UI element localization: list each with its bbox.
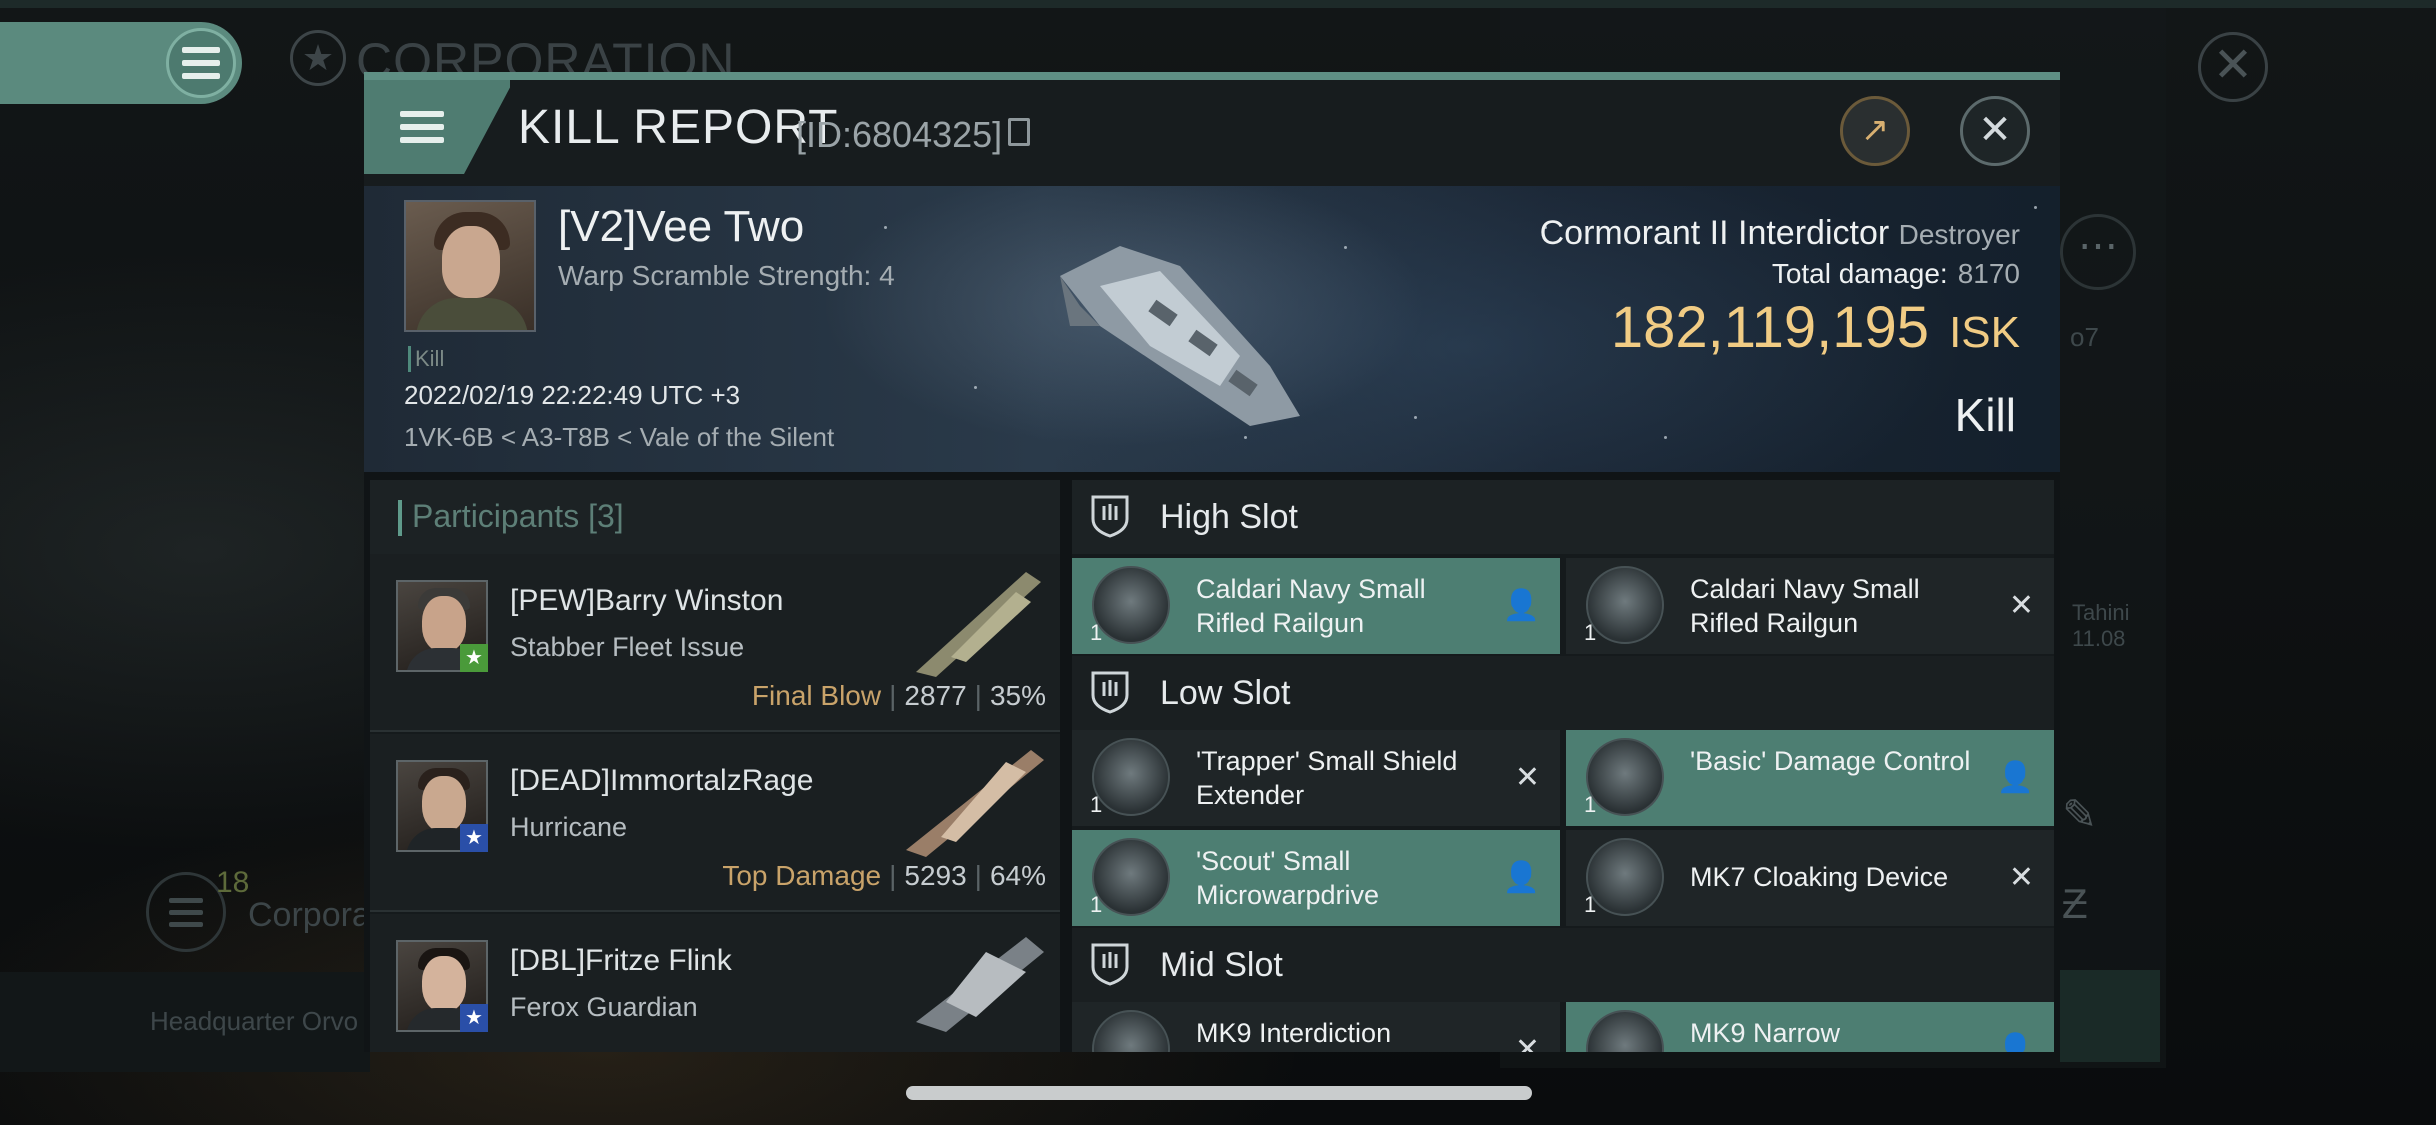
module-name: Caldari Navy Small Rifled Railgun: [1196, 574, 1426, 638]
victim-banner: [V2]Vee Two Warp Scramble Strength: 4 Ki…: [364, 186, 2060, 472]
modal-menu-button[interactable]: [364, 80, 510, 174]
kill-result: Kill: [1954, 389, 2016, 441]
high-slot-header: High Slot: [1072, 480, 2054, 554]
participant-name: [PEW]Barry Winston: [510, 584, 784, 617]
module-item[interactable]: 1 MK9 Narrow 👤: [1566, 1002, 2054, 1052]
background-close-icon[interactable]: ✕: [2198, 32, 2268, 102]
participant-row[interactable]: ★ [DEAD]ImmortalzRage Hurricane Top Dama…: [370, 734, 1060, 912]
background-side-text: o7: [2070, 322, 2099, 352]
hamburger-icon: [400, 111, 444, 143]
fitted-person-icon: 👤: [1502, 589, 1540, 622]
mid-slot-header: Mid Slot: [1072, 928, 2054, 1002]
module-item[interactable]: 1 Caldari Navy Small Rifled Railgun ✕: [1566, 558, 2054, 654]
module-item[interactable]: 1 'Scout' Small Microwarpdrive 👤: [1072, 830, 1560, 926]
participant-stats: Final Blow | 2877 | 35%: [751, 680, 1046, 711]
participant-name: [DEAD]ImmortalzRage: [510, 764, 814, 797]
total-damage: Total damage: 8170: [1771, 258, 2020, 289]
corporation-label: Corpora: [248, 896, 371, 934]
module-name: 'Basic' Damage Control: [1690, 746, 1971, 776]
damage-control-icon: [1586, 738, 1664, 816]
standing-star-icon: ★: [460, 1004, 488, 1032]
fitted-person-icon: 👤: [1502, 861, 1540, 894]
fitted-person-icon: 👤: [1996, 1033, 2034, 1052]
participant-ship: Hurricane: [510, 812, 628, 842]
report-id: [ID:6804325]: [796, 114, 1003, 155]
destroyed-x-icon: ✕: [2008, 861, 2034, 894]
victim-ship-name[interactable]: Cormorant II Interdictor Destroyer: [1540, 214, 2020, 253]
module-item[interactable]: 1 'Basic' Damage Control 👤: [1566, 730, 2054, 826]
shield-extender-icon: [1092, 738, 1170, 816]
settings-icon[interactable]: Ƶ: [2062, 880, 2088, 928]
destroyed-x-icon: ✕: [1514, 761, 1540, 794]
kill-report-modal: KILL REPORT [ID:6804325] ↗ ✕ [V2]Vee Two…: [364, 72, 2060, 1052]
module-name: MK9 Narrow: [1690, 1018, 1841, 1048]
headquarter-bar: Headquarter Orvo: [0, 972, 370, 1072]
standing-star-icon: ★: [460, 644, 488, 672]
destroyed-x-icon: ✕: [2008, 589, 2034, 622]
kill-location[interactable]: 1VK-6B < A3-T8B < Vale of the Silent: [404, 422, 834, 453]
hamburger-icon: [166, 28, 236, 98]
high-slot-icon: [1091, 495, 1129, 538]
fitted-person-icon: 👤: [1996, 761, 2034, 794]
destroyed-x-icon: ✕: [1514, 1033, 1540, 1052]
share-button[interactable]: ↗: [1840, 96, 1910, 166]
interdiction-icon: [1092, 1010, 1170, 1052]
participant-name: [DBL]Fritze Flink: [510, 944, 732, 977]
modal-title: KILL REPORT: [518, 101, 839, 154]
background-accent-strip: [2060, 970, 2160, 1062]
participants-count: [3]: [588, 498, 624, 534]
participants-header: Participants [3]: [370, 480, 1060, 554]
participant-ship-image: [916, 937, 1044, 1032]
background-side-label: Tahini 11.08: [2072, 600, 2130, 651]
railgun-icon: [1092, 566, 1170, 644]
top-border: [0, 0, 2436, 8]
victim-name[interactable]: [V2]Vee Two: [558, 202, 804, 252]
victim-ship-image[interactable]: [1040, 216, 1320, 446]
participant-ship: Ferox Guardian: [510, 992, 698, 1022]
module-item[interactable]: 1 Caldari Navy Small Rifled Railgun 👤: [1072, 558, 1560, 654]
victim-subtitle: Warp Scramble Strength: 4: [558, 260, 895, 291]
kill-tag: Kill: [408, 346, 444, 372]
module-name: Caldari Navy Small Rifled Railgun: [1690, 574, 1920, 638]
cloaking-device-icon: [1586, 838, 1664, 916]
isk-value: 182,119,195 ISK: [1610, 295, 2020, 360]
microwarpdrive-icon: [1092, 838, 1170, 916]
module-item[interactable]: 1 MK7 Cloaking Device ✕: [1566, 830, 2054, 926]
corporation-star-icon: ★: [290, 30, 346, 86]
corporation-menu-button[interactable]: [146, 872, 226, 952]
edit-icon[interactable]: ✎: [2062, 790, 2097, 839]
participant-ship-image: [916, 572, 1041, 677]
corporation-count: 18: [216, 866, 250, 899]
module-item[interactable]: 1 MK9 Interdiction ✕: [1072, 1002, 1560, 1052]
modal-header: KILL REPORT [ID:6804325] ↗ ✕: [364, 80, 2060, 186]
kill-datetime: 2022/02/19 22:22:49 UTC +3: [404, 380, 741, 410]
copy-icon[interactable]: [1008, 118, 1030, 146]
low-slot-header: Low Slot: [1072, 656, 2054, 730]
participant-ship: Stabber Fleet Issue: [510, 632, 745, 662]
participants-label: Participants: [412, 498, 580, 534]
main-menu-button[interactable]: [0, 22, 242, 104]
narrow-module-icon: [1586, 1010, 1664, 1052]
participant-row[interactable]: ★ [PEW]Barry Winston Stabber Fleet Issue…: [370, 554, 1060, 732]
low-slot-icon: [1091, 671, 1129, 714]
module-name: 'Scout' Small Microwarpdrive: [1196, 846, 1380, 910]
fitting-panel: High Slot 1 Caldari Navy Small Rifled Ra…: [1072, 480, 2054, 1052]
participant-stats: Top Damage | 5293 | 64%: [722, 860, 1046, 891]
participants-panel: Participants [3] ★ [PEW]Barry Winston St…: [370, 480, 1060, 1052]
module-item[interactable]: 1 'Trapper' Small Shield Extender ✕: [1072, 730, 1560, 826]
home-indicator[interactable]: [906, 1086, 1532, 1100]
standing-star-icon: ★: [460, 824, 488, 852]
victim-portrait[interactable]: [404, 200, 536, 332]
railgun-icon: [1586, 566, 1664, 644]
more-options-icon[interactable]: ⋯: [2060, 214, 2136, 290]
close-button[interactable]: ✕: [1960, 96, 2030, 166]
mid-slot-icon: [1091, 943, 1129, 986]
module-name: 'Trapper' Small Shield Extender: [1196, 746, 1458, 810]
module-name: MK9 Interdiction: [1196, 1018, 1392, 1048]
participant-ship-image: [906, 750, 1044, 857]
module-name: MK7 Cloaking Device: [1690, 862, 1949, 892]
participant-row[interactable]: ★ [DBL]Fritze Flink Ferox Guardian: [370, 914, 1060, 1052]
